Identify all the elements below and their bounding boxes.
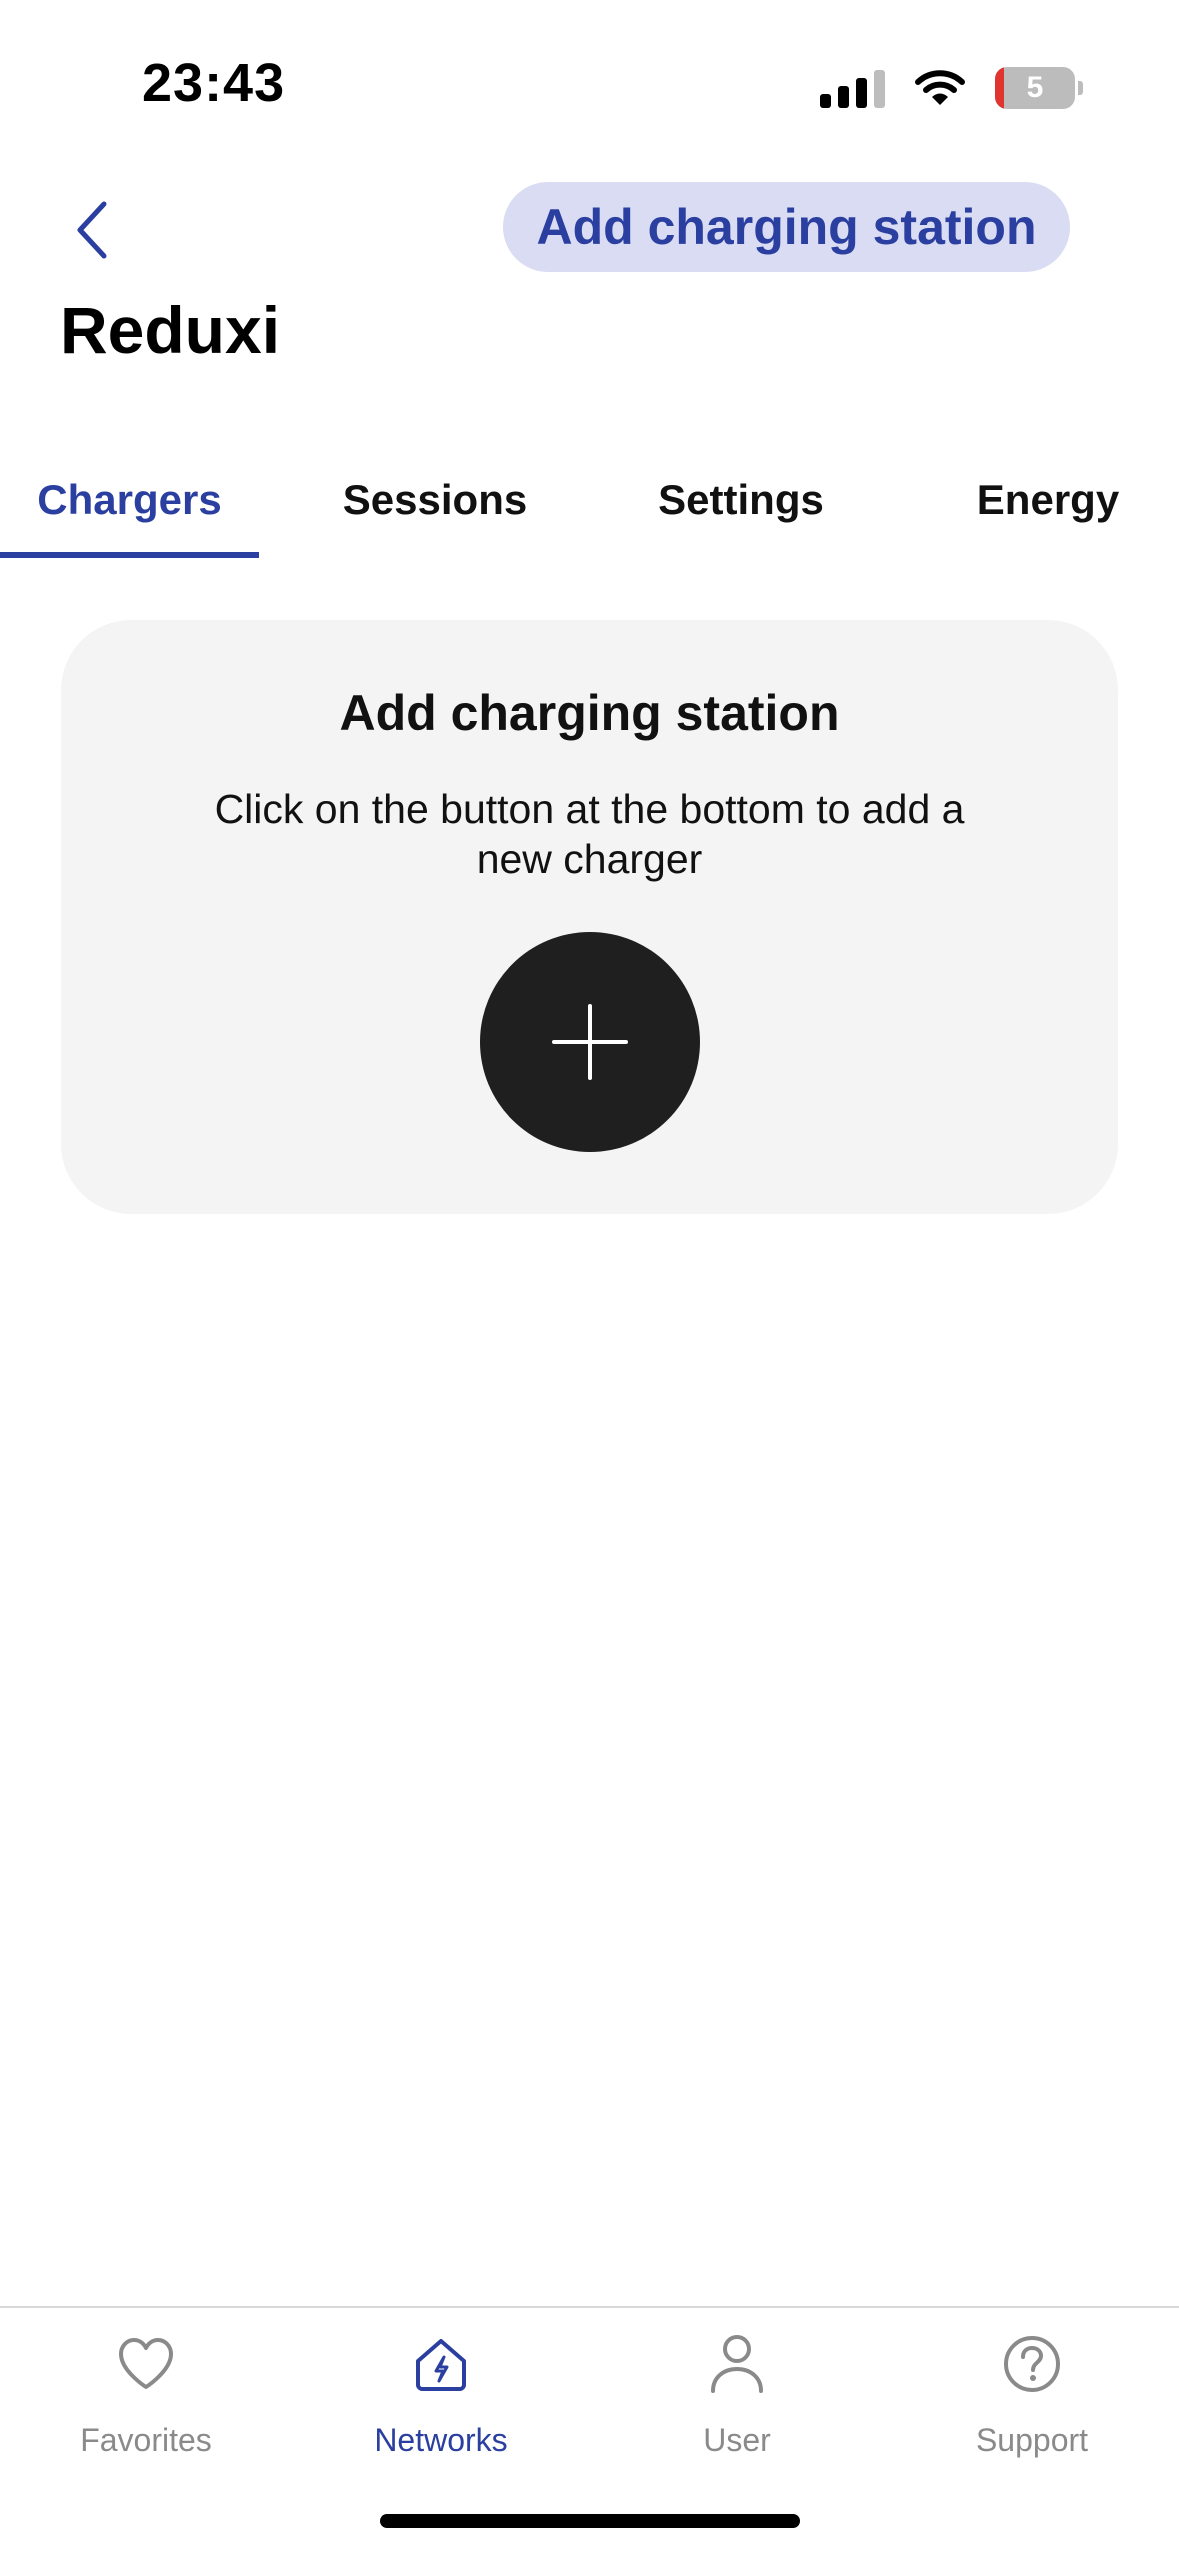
plus-icon: [552, 1004, 628, 1080]
tab-chargers[interactable]: Chargers: [0, 440, 259, 560]
status-icons: 5: [820, 64, 1083, 112]
house-bolt-icon: [409, 2332, 473, 2396]
nav-user[interactable]: User: [617, 2332, 857, 2482]
tab-bar: Chargers Sessions Settings Energy: [0, 440, 1179, 560]
screen: 23:43 5 Add charging station Reduxi Char…: [0, 0, 1179, 2556]
nav-label-user: User: [703, 2422, 771, 2458]
empty-state-text: Click on the button at the bottom to add…: [214, 786, 965, 882]
battery-icon: 5: [995, 67, 1083, 109]
cellular-signal-icon: [820, 68, 885, 108]
page-title: Reduxi: [60, 293, 281, 367]
nav-label-networks: Networks: [374, 2422, 508, 2458]
add-charger-button[interactable]: [480, 932, 700, 1152]
back-button[interactable]: [62, 192, 122, 268]
user-icon: [705, 2332, 769, 2396]
active-tab-indicator: [0, 552, 259, 558]
tab-energy[interactable]: Energy: [900, 440, 1179, 560]
home-indicator[interactable]: [380, 2514, 800, 2528]
empty-state-card: Add charging station Click on the button…: [61, 620, 1118, 1214]
add-charging-station-button[interactable]: Add charging station: [503, 182, 1070, 272]
tab-settings[interactable]: Settings: [591, 440, 891, 560]
wifi-icon: [915, 70, 965, 105]
status-time: 23:43: [142, 53, 286, 113]
nav-label-support: Support: [975, 2422, 1089, 2458]
nav-label-favorites: Favorites: [80, 2422, 212, 2458]
question-circle-icon: [1000, 2332, 1064, 2396]
empty-state-title: Add charging station: [339, 685, 840, 741]
nav-support[interactable]: Support: [912, 2332, 1152, 2482]
tab-sessions[interactable]: Sessions: [285, 440, 585, 560]
nav-networks[interactable]: Networks: [321, 2332, 561, 2482]
chevron-left-icon: [77, 201, 107, 259]
battery-level: 5: [995, 67, 1075, 109]
nav-favorites[interactable]: Favorites: [26, 2332, 266, 2482]
heart-icon: [114, 2332, 178, 2396]
